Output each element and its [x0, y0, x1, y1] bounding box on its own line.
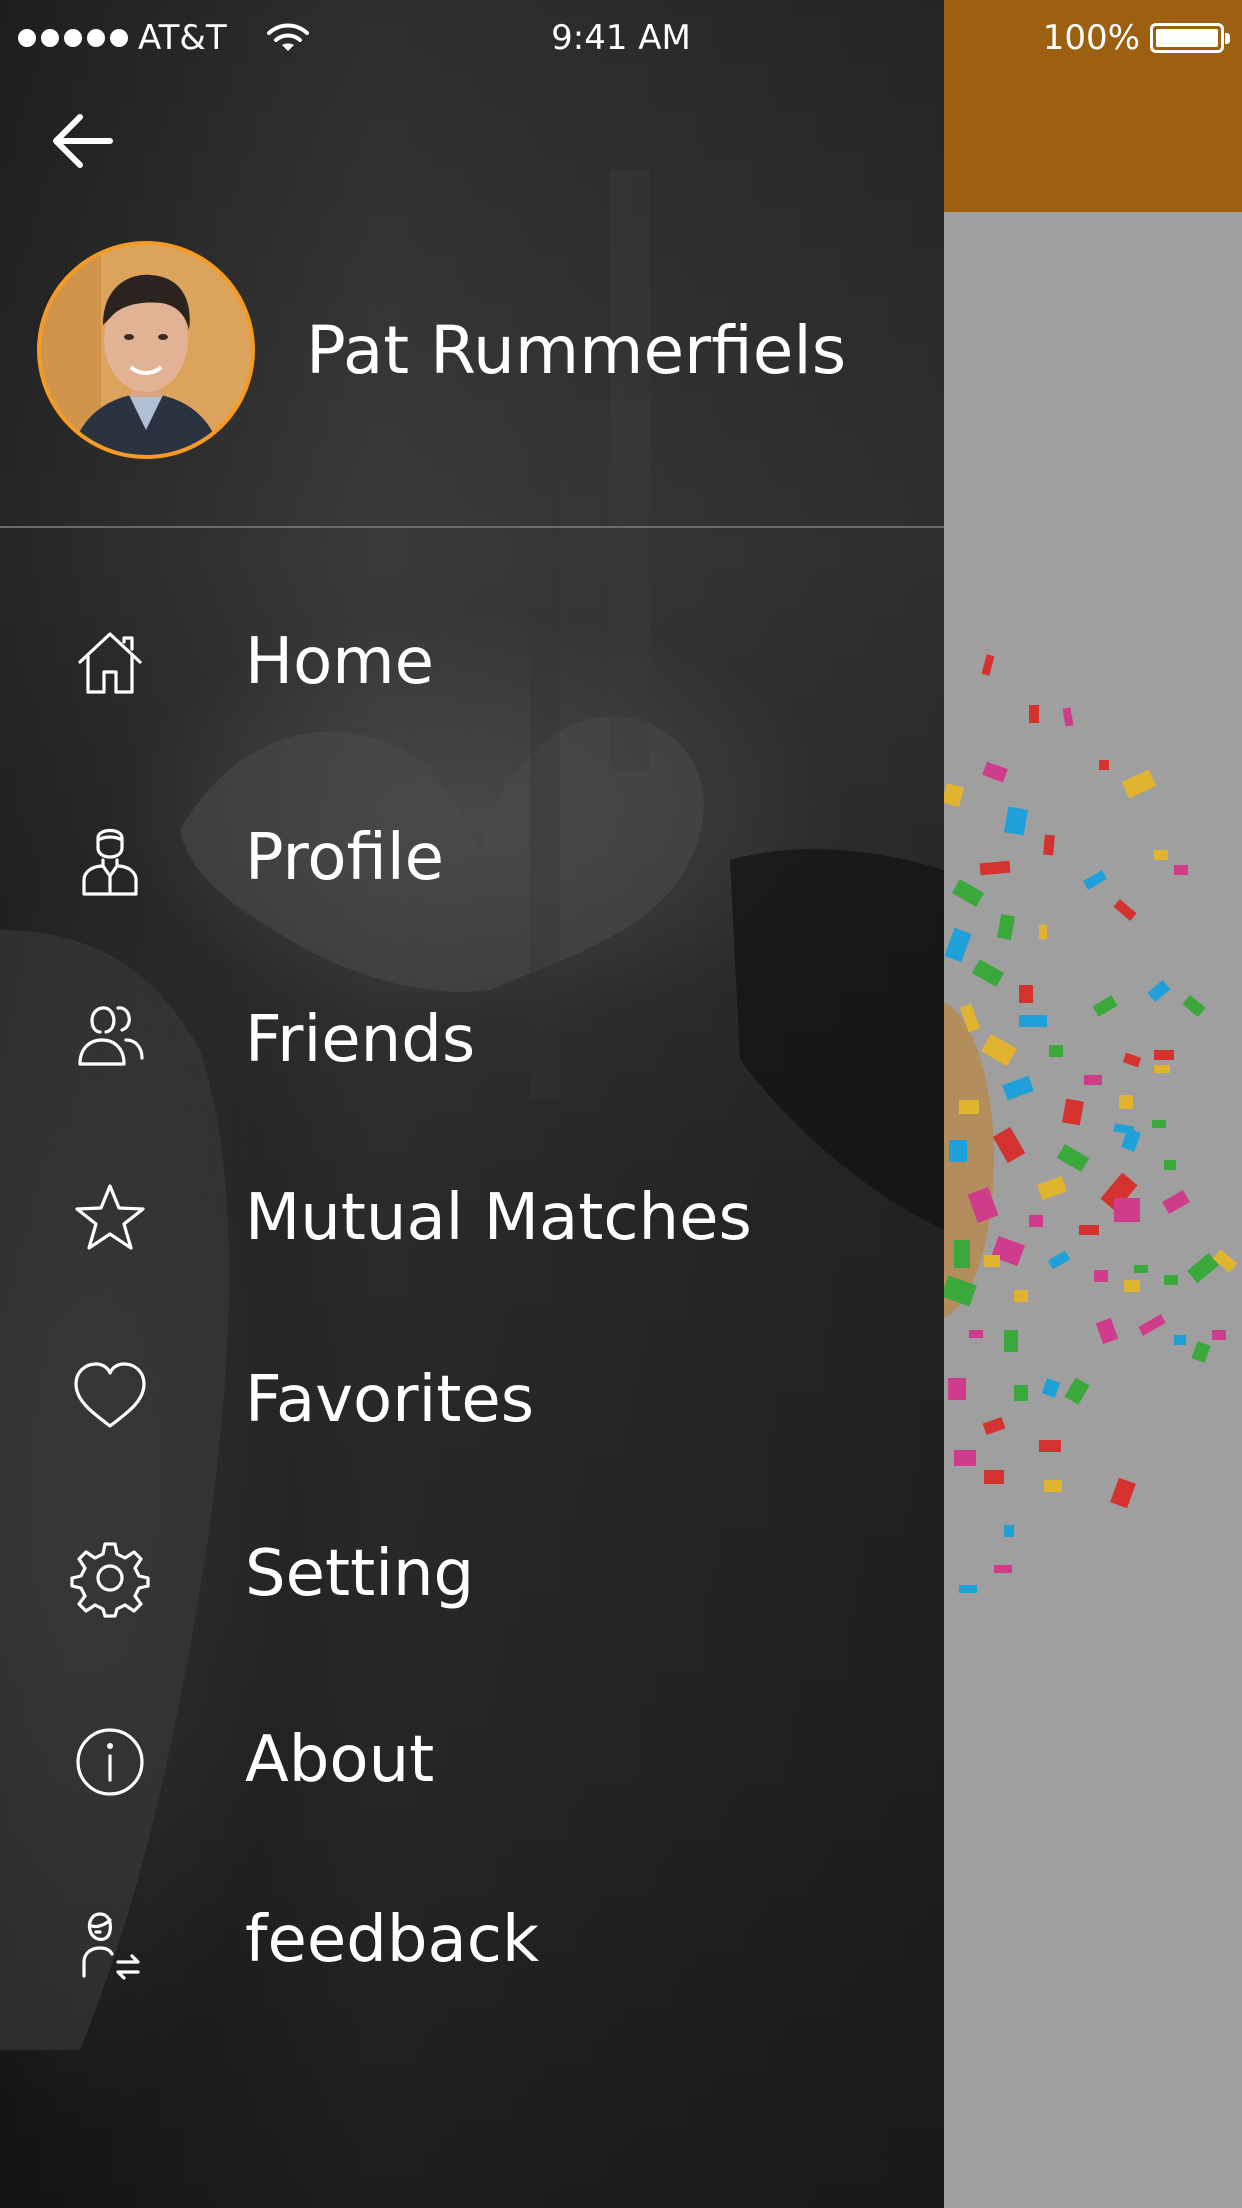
menu-item-feedback[interactable]: feedback: [0, 1870, 944, 2010]
menu-item-label: Favorites: [245, 1363, 535, 1437]
avatar-photo: [41, 245, 251, 455]
status-right: 100%: [1042, 18, 1230, 58]
user-icon: [82, 828, 138, 896]
background-screen: [944, 0, 1242, 2208]
menu-item-profile[interactable]: Profile: [0, 786, 944, 926]
home-icon: [78, 632, 142, 694]
menu-item-label: Mutual Matches: [245, 1181, 752, 1255]
feedback-icon: [82, 1912, 140, 1980]
avatar[interactable]: [37, 241, 255, 459]
menu-item-favorites[interactable]: Favorites: [0, 1330, 944, 1470]
battery-icon: [1150, 23, 1230, 53]
heart-icon: [74, 1362, 146, 1428]
menu-item-setting[interactable]: Setting: [0, 1504, 944, 1644]
menu-item-label: Setting: [245, 1537, 475, 1611]
status-bar: AT&T 9:41 AM 100%: [0, 0, 1242, 76]
menu-item-about[interactable]: About: [0, 1690, 944, 1830]
user-name: Pat Rummerfiels: [306, 312, 847, 389]
menu-item-mutual-matches[interactable]: Mutual Matches: [0, 1148, 944, 1288]
battery-percent: 100%: [1042, 18, 1140, 58]
gear-icon: [70, 1542, 150, 1618]
menu-item-label: About: [245, 1723, 435, 1797]
menu-item-label: feedback: [245, 1903, 539, 1977]
back-button[interactable]: [50, 108, 120, 174]
back-arrow-icon: [53, 114, 113, 168]
confetti-decoration: [944, 654, 1238, 1593]
menu-item-label: Home: [245, 625, 434, 699]
menu-item-label: Friends: [245, 1003, 476, 1077]
star-icon: [75, 1184, 145, 1250]
navigation-drawer: Pat Rummerfiels Home Profile Friends Mut…: [0, 0, 944, 2208]
friends-icon: [78, 1006, 144, 1066]
menu-item-friends[interactable]: Friends: [0, 970, 944, 1110]
menu-item-home[interactable]: Home: [0, 592, 944, 732]
divider: [0, 526, 944, 528]
menu-item-label: Profile: [245, 821, 444, 895]
info-icon: [76, 1728, 144, 1796]
